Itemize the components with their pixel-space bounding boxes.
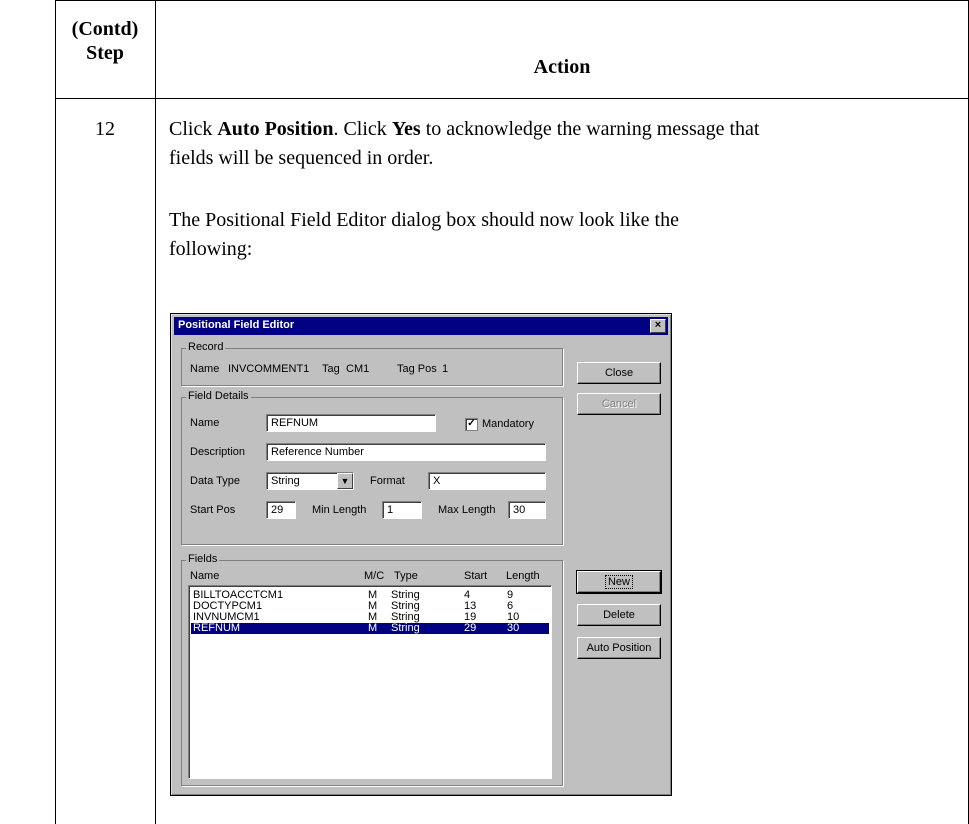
action-column-header: Action xyxy=(533,56,591,78)
record-name-value: INVCOMMENT1 xyxy=(228,363,310,375)
record-tagpos-value: 1 xyxy=(442,363,449,375)
chevron-down-icon[interactable]: ▼ xyxy=(337,473,353,489)
record-group-label: Record xyxy=(186,341,226,353)
record-tagpos-label: Tag Pos xyxy=(397,363,437,375)
format-label: Format xyxy=(370,475,405,487)
minlength-input[interactable]: 1 xyxy=(382,501,422,519)
column-header-type: Type xyxy=(394,570,418,582)
fields-list[interactable]: BILLTOACCTCM1 M String 4 9 DOCTYPCM1 M S… xyxy=(188,585,552,779)
field-details-group: Field Details Name REFNUM ✓ Mandatory De… xyxy=(181,390,563,545)
fields-group: Fields Name M/C Type Start Length BILLTO… xyxy=(181,553,563,786)
positional-field-editor-dialog: Positional Field Editor × Record Name IN… xyxy=(170,313,672,796)
startpos-input[interactable]: 29 xyxy=(266,501,296,519)
step-number: 12 xyxy=(95,118,115,140)
table-row-selected[interactable]: REFNUM M String 29 30 xyxy=(191,623,549,634)
maxlength-input[interactable]: 30 xyxy=(508,501,546,519)
column-divider xyxy=(155,0,156,824)
maxlength-label: Max Length xyxy=(438,504,496,516)
datatype-label: Data Type xyxy=(190,475,240,487)
delete-button[interactable]: Delete xyxy=(577,604,661,626)
mandatory-checkbox[interactable]: ✓ xyxy=(465,418,478,431)
format-input[interactable]: X xyxy=(428,472,546,490)
fields-group-label: Fields xyxy=(186,553,220,565)
record-group: Record Name INVCOMMENT1 Tag CM1 Tag Pos … xyxy=(181,341,563,386)
cancel-button[interactable]: Cancel xyxy=(577,393,661,415)
description-input[interactable]: Reference Number xyxy=(266,443,546,461)
new-button[interactable]: New xyxy=(576,570,662,594)
table-top-border xyxy=(55,0,969,1)
instruction-text: Click Auto Position. Click Yes to acknow… xyxy=(169,118,760,169)
record-name-label: Name xyxy=(190,363,220,375)
header-divider xyxy=(55,98,969,99)
dialog-title: Positional Field Editor xyxy=(178,319,295,331)
record-tag-value: CM1 xyxy=(346,363,370,375)
column-header-start: Start xyxy=(464,570,488,582)
column-header-name: Name xyxy=(190,570,220,582)
minlength-label: Min Length xyxy=(312,504,367,516)
field-details-group-label: Field Details xyxy=(186,390,251,402)
column-header-length: Length xyxy=(506,570,540,582)
record-tag-label: Tag xyxy=(322,363,340,375)
mandatory-label: Mandatory xyxy=(482,418,534,430)
close-icon[interactable]: × xyxy=(650,319,666,333)
description-text: The Positional Field Editor dialog box s… xyxy=(169,209,679,260)
dialog-titlebar: Positional Field Editor × xyxy=(174,317,668,335)
name-label: Name xyxy=(190,417,220,429)
auto-position-button[interactable]: Auto Position xyxy=(577,637,661,659)
close-button[interactable]: Close xyxy=(577,362,661,384)
name-input[interactable]: REFNUM xyxy=(266,414,436,432)
startpos-label: Start Pos xyxy=(190,504,236,516)
step-column-header: (Contd) Step xyxy=(71,18,139,64)
column-header-mc: M/C xyxy=(364,570,385,582)
description-label: Description xyxy=(190,446,246,458)
